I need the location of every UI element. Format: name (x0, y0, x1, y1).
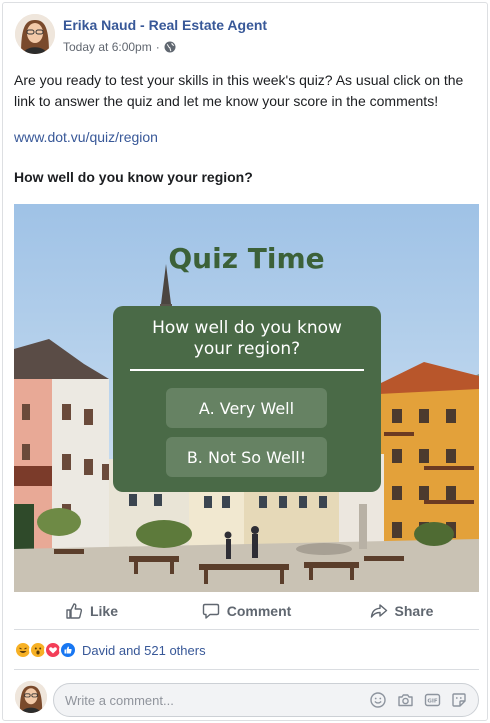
quiz-title: Quiz Time (168, 242, 325, 275)
post-time[interactable]: Today at 6:00pm (63, 40, 152, 54)
action-bar: Like Comment Share (14, 593, 479, 629)
reaction-count[interactable]: David and 521 others (82, 643, 206, 658)
quiz-question: How well do you know your region? (123, 318, 371, 360)
svg-text:GIF: GIF (427, 699, 438, 705)
comment-box: GIF (53, 683, 479, 717)
quiz-panel: How well do you know your region? A. Ver… (113, 306, 381, 492)
comment-icon (202, 603, 219, 619)
share-button[interactable]: Share (324, 593, 479, 629)
quiz-question-line1: How well do you know (152, 318, 342, 338)
commenter-avatar[interactable] (15, 681, 47, 713)
post-question: How well do you know your region? (14, 169, 253, 185)
comment-label: Comment (226, 603, 292, 619)
author-name[interactable]: Erika Naud - Real Estate Agent (63, 17, 267, 33)
quiz-link[interactable]: www.dot.vu/quiz/region (14, 129, 158, 145)
like-icon (59, 641, 77, 659)
post-body: Are you ready to test your skills in thi… (14, 72, 464, 109)
quiz-divider (130, 369, 364, 371)
share-icon (370, 604, 387, 618)
post-card: Erika Naud - Real Estate Agent Today at … (2, 2, 488, 721)
thumbs-up-icon (66, 603, 83, 619)
comment-input[interactable] (65, 692, 369, 708)
sticker-icon[interactable] (450, 691, 468, 709)
time-separator: · (155, 40, 160, 54)
reaction-summary[interactable]: David and 521 others (14, 641, 206, 659)
divider (14, 669, 479, 670)
quiz-question-line2: your region? (193, 339, 301, 359)
like-button[interactable]: Like (14, 593, 169, 629)
author-avatar[interactable] (15, 14, 55, 54)
emoji-icon[interactable] (369, 691, 387, 709)
option-a-button[interactable]: A. Very Well (166, 388, 327, 428)
comment-button[interactable]: Comment (169, 593, 324, 629)
comment-tools: GIF (369, 691, 478, 709)
globe-icon[interactable] (164, 41, 176, 53)
option-b-button[interactable]: B. Not So Well! (166, 437, 327, 477)
post-meta: Today at 6:00pm · (63, 40, 176, 54)
camera-icon[interactable] (396, 691, 414, 709)
quiz-image[interactable]: Quiz Time How well do you know your regi… (14, 204, 479, 592)
like-label: Like (89, 603, 118, 619)
divider (14, 629, 479, 630)
share-label: Share (394, 603, 434, 619)
avatar-image (15, 681, 47, 713)
avatar-image (15, 14, 55, 54)
gif-icon[interactable]: GIF (423, 691, 441, 709)
